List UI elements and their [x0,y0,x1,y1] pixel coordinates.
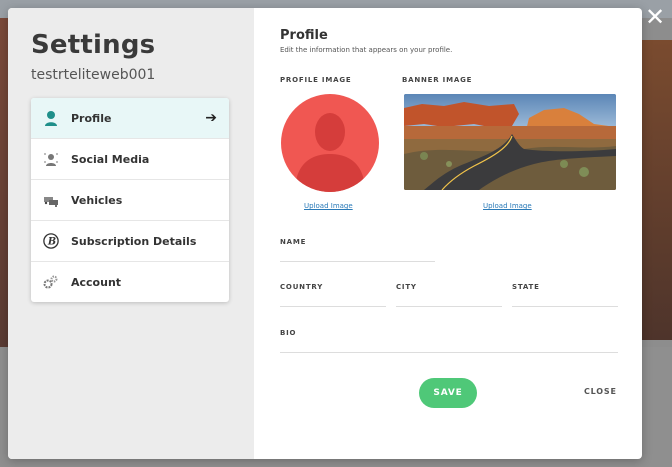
backdrop-right [642,40,672,340]
state-label: STATE [512,283,540,291]
vehicles-icon [43,192,59,208]
banner-landscape-image [404,94,616,190]
social-user-icon [43,151,59,167]
profile-title: Profile [280,28,328,43]
menu-item-subscription-details[interactable]: B Subscription Details [31,221,229,262]
menu-item-social-media[interactable]: Social Media [31,139,229,180]
profile-subtitle: Edit the information that appears on you… [280,46,453,54]
close-button[interactable]: CLOSE [584,387,617,396]
menu-label-social-media: Social Media [71,152,150,166]
avatar-placeholder[interactable] [281,94,379,192]
menu-label-subscription-details: Subscription Details [71,234,197,248]
name-label: NAME [280,238,307,246]
banner-image-label: BANNER IMAGE [402,76,473,84]
city-label: CITY [396,283,417,291]
country-input[interactable] [280,306,386,307]
username: testrteliteweb001 [31,67,156,83]
subscription-b-icon: B [43,233,59,249]
menu-label-account: Account [71,275,122,289]
avatar-silhouette-icon [295,113,365,192]
country-label: COUNTRY [280,283,324,291]
menu-item-vehicles[interactable]: Vehicles [31,180,229,221]
menu-label-vehicles: Vehicles [71,193,123,207]
profile-image-label: PROFILE IMAGE [280,76,352,84]
settings-menu: Profile ➔ Social Media Vehicles B Subscr… [31,98,229,302]
arrow-right-icon: ➔ [205,110,217,126]
settings-sidebar: Settings testrteliteweb001 Profile ➔ Soc… [8,8,254,459]
bio-label: BIO [280,329,297,337]
name-input[interactable] [280,261,435,262]
menu-item-profile[interactable]: Profile ➔ [31,98,229,139]
state-input[interactable] [512,306,618,307]
svg-text:B: B [47,237,56,248]
profile-panel: Profile Edit the information that appear… [254,8,642,459]
save-button[interactable]: SAVE [419,378,477,408]
menu-item-account[interactable]: Account [31,262,229,302]
user-icon [43,110,59,126]
banner-image[interactable] [404,94,616,190]
settings-title: Settings [31,30,156,60]
upload-profile-image-link[interactable]: Upload Image [304,202,353,210]
gears-icon [43,274,59,290]
bio-input[interactable] [280,352,618,353]
upload-banner-image-link[interactable]: Upload Image [483,202,532,210]
city-input[interactable] [396,306,502,307]
modal-close-icon[interactable]: ✕ [644,5,666,29]
settings-modal: Settings testrteliteweb001 Profile ➔ Soc… [8,8,642,459]
menu-label-profile: Profile [71,111,112,125]
